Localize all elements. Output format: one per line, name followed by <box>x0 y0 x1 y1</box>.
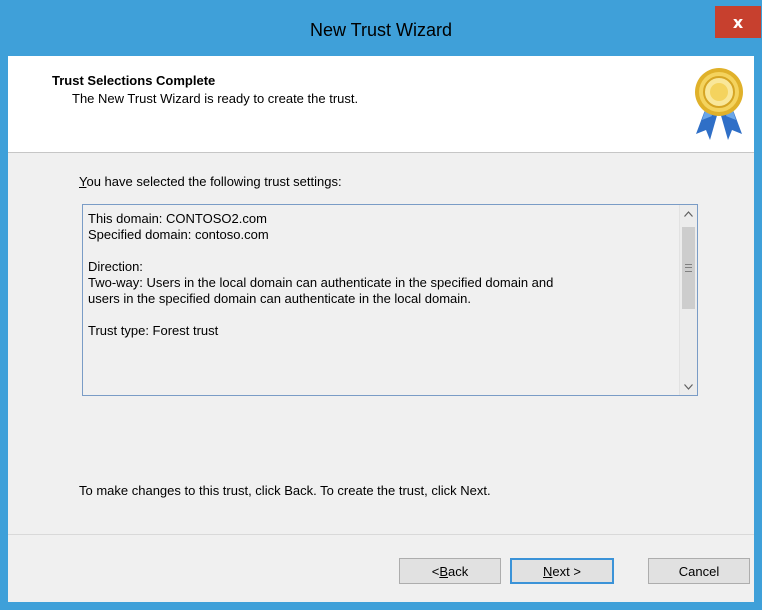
back-button[interactable]: < Back <box>399 558 501 584</box>
close-icon: x <box>732 12 744 32</box>
page-title: Trust Selections Complete <box>52 73 216 88</box>
close-button[interactable]: x <box>715 6 761 38</box>
intro-text: ou have selected the following trust set… <box>86 174 342 189</box>
back-prefix: < <box>431 563 440 579</box>
next-mnemonic: N <box>543 563 553 579</box>
wizard-body: Trust Selections Complete The New Trust … <box>8 56 754 602</box>
instructions-note: To make changes to this trust, click Bac… <box>79 483 491 498</box>
back-mnemonic: B <box>439 563 449 579</box>
page-subtitle: The New Trust Wizard is ready to create … <box>72 91 359 106</box>
back-label: ack <box>448 563 469 579</box>
next-button[interactable]: Next > <box>510 558 614 584</box>
grip-icon <box>685 264 692 272</box>
chevron-up-icon <box>684 210 693 217</box>
wizard-window: New Trust Wizard x Trust Selections Comp… <box>0 0 762 610</box>
scroll-down-button[interactable] <box>680 378 697 395</box>
button-bar: < Back Next > Cancel <box>8 534 754 603</box>
summary-text: This domain: CONTOSO2.com Specified doma… <box>88 211 554 338</box>
chevron-down-icon <box>684 383 693 390</box>
wizard-header: Trust Selections Complete The New Trust … <box>8 56 754 153</box>
scroll-thumb[interactable] <box>682 227 695 309</box>
settings-intro: You have selected the following trust se… <box>79 174 342 189</box>
next-label: ext > <box>552 563 581 579</box>
trust-settings-summary[interactable]: This domain: CONTOSO2.com Specified doma… <box>82 204 698 396</box>
scroll-up-button[interactable] <box>680 205 697 222</box>
cancel-button[interactable]: Cancel <box>648 558 750 584</box>
window-title: New Trust Wizard <box>309 20 453 40</box>
cancel-label: Cancel <box>678 563 720 579</box>
vertical-scrollbar[interactable] <box>679 205 697 395</box>
title-bar[interactable]: New Trust Wizard x <box>0 0 762 56</box>
award-ribbon-icon <box>695 68 743 140</box>
